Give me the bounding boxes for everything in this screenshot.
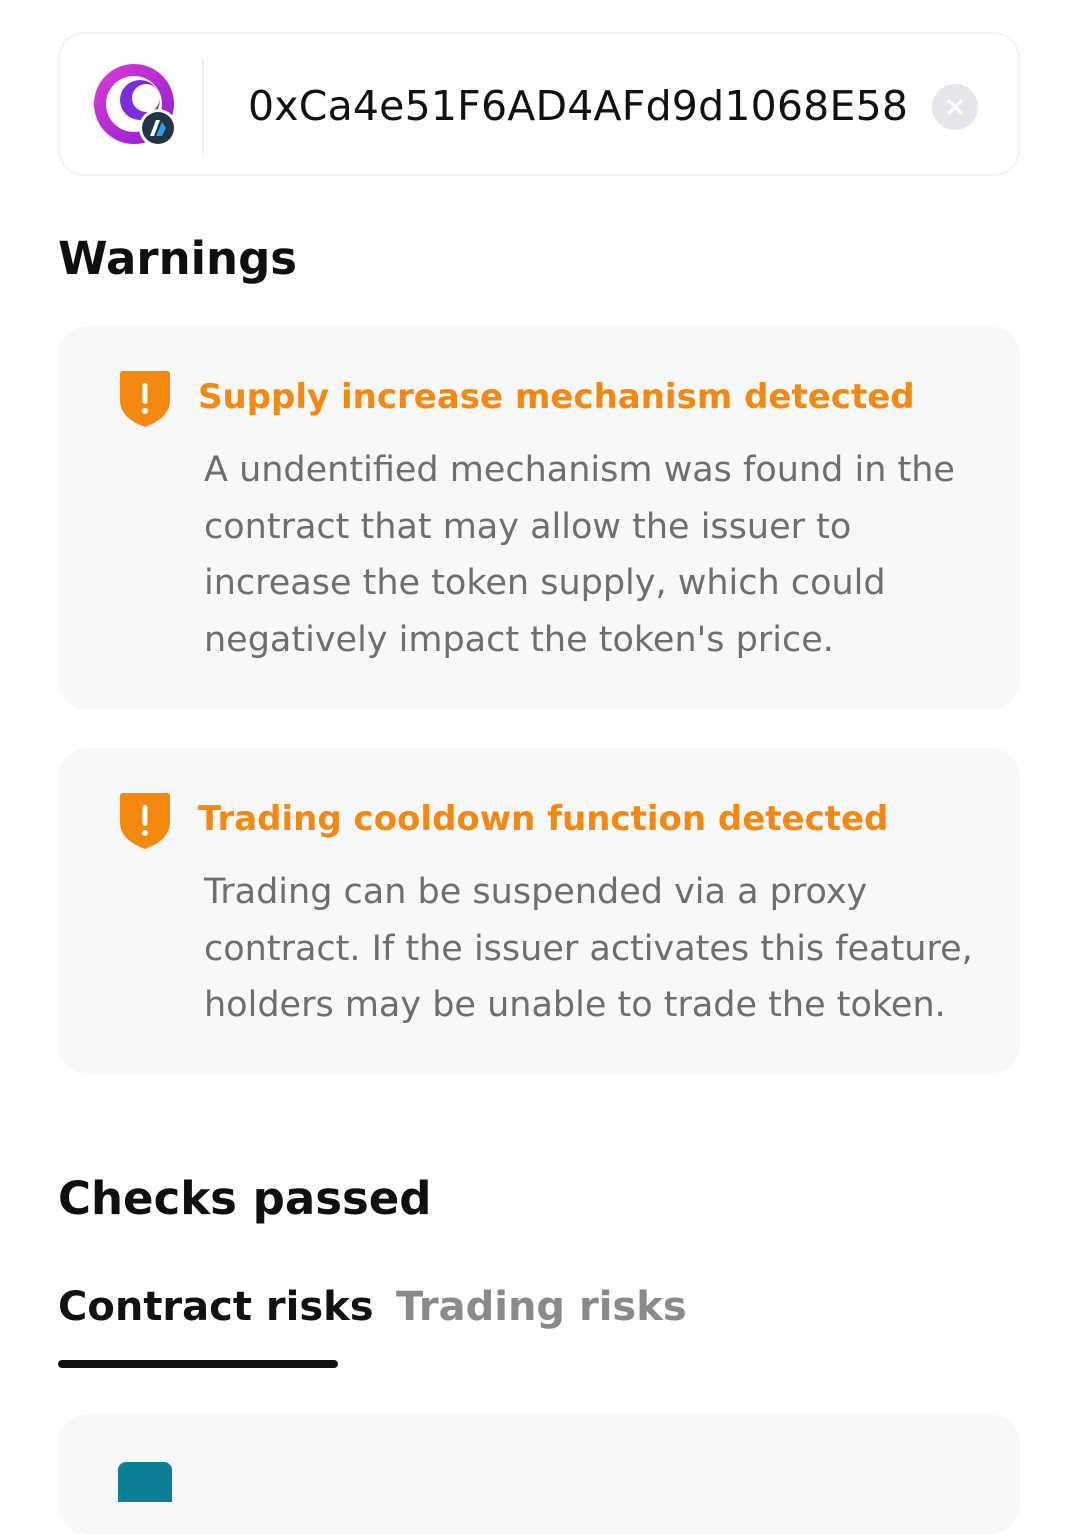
warning-description: A undentified mechanism was found in the… bbox=[204, 450, 955, 660]
token-address-text[interactable]: 0xCa4e51F6AD4AFd9d1068E58 bbox=[248, 78, 908, 134]
token-address-box[interactable]: 0xCa4e51F6AD4AFd9d1068E58 bbox=[58, 32, 1020, 176]
active-tab-indicator bbox=[58, 1360, 338, 1368]
check-card bbox=[58, 1414, 1020, 1534]
token-logo-icon bbox=[94, 64, 177, 147]
warning-card: Trading cooldown function detected Tradi… bbox=[58, 748, 1020, 1074]
warning-title: Supply increase mechanism detected bbox=[198, 377, 915, 417]
warning-card: Supply increase mechanism detected A und… bbox=[58, 326, 1020, 710]
clear-address-button[interactable] bbox=[932, 84, 978, 130]
tab-trading-risks[interactable]: Trading risks bbox=[396, 1280, 687, 1334]
shield-check-icon bbox=[118, 1462, 172, 1502]
checks-passed-heading: Checks passed bbox=[58, 1172, 432, 1225]
address-divider bbox=[202, 58, 204, 154]
warning-description: Trading can be suspended via a proxy con… bbox=[204, 872, 973, 1025]
close-icon bbox=[947, 99, 963, 115]
tab-contract-risks[interactable]: Contract risks bbox=[58, 1280, 374, 1334]
warnings-heading: Warnings bbox=[58, 232, 298, 285]
shield-warning-icon bbox=[120, 793, 170, 849]
warning-title: Trading cooldown function detected bbox=[198, 799, 889, 839]
shield-warning-icon bbox=[120, 371, 170, 427]
